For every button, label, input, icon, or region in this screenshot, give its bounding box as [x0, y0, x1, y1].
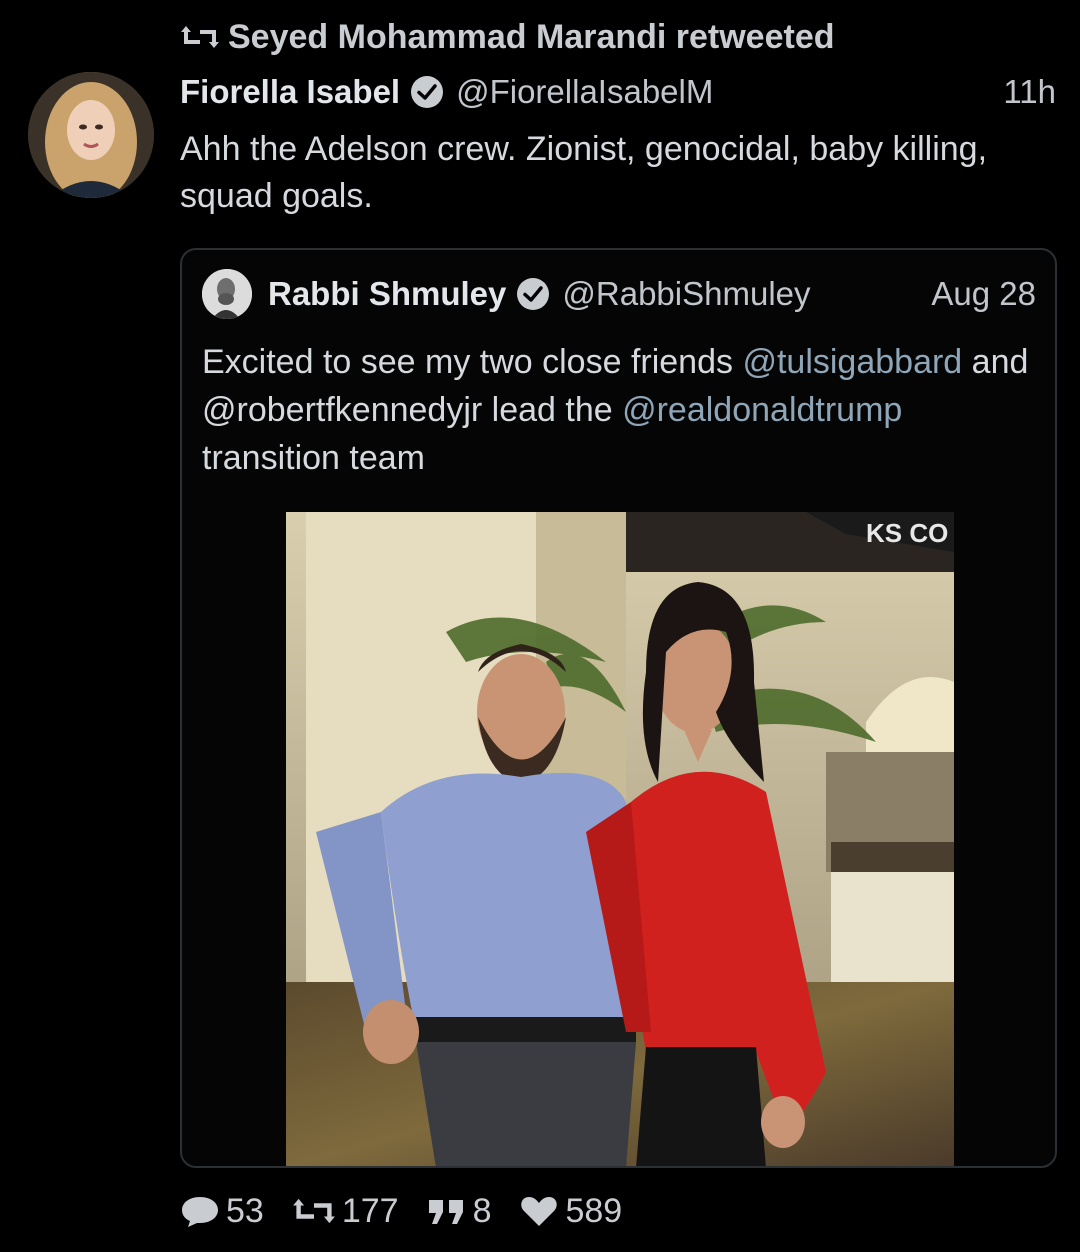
reply-button[interactable]: 53	[180, 1192, 264, 1231]
tweet-time[interactable]: 11h	[1003, 73, 1056, 111]
retweet-count: 177	[341, 1191, 399, 1230]
retweet-banner[interactable]: Seyed Mohammad Marandi retweeted	[180, 14, 835, 60]
quote-count: 8	[472, 1191, 492, 1230]
mention-robertfkennedyjr[interactable]: @robertfkennedyjr	[202, 391, 482, 429]
mention-tulsigabbard[interactable]: @tulsigabbard	[742, 343, 962, 381]
quote-icon	[428, 1200, 463, 1224]
like-count: 589	[565, 1191, 623, 1230]
retweet-button[interactable]: 177	[292, 1192, 399, 1231]
author-handle[interactable]: @FiorellaIsabelM	[456, 73, 713, 111]
quoted-tweet-date[interactable]: Aug 28	[931, 275, 1036, 313]
quoted-tweet-text: Excited to see my two close friends @tul…	[202, 338, 1042, 482]
verified-badge-icon	[411, 76, 444, 108]
quoted-text-part: lead the	[482, 391, 623, 429]
retweet-icon	[292, 1198, 335, 1224]
tweet-header: Fiorella Isabel @FiorellaIsabelM 11h	[180, 66, 1056, 118]
quote-button[interactable]: 8	[427, 1191, 492, 1231]
retweet-banner-text: Seyed Mohammad Marandi retweeted	[228, 17, 835, 56]
quoted-author-handle[interactable]: @RabbiShmuley	[562, 275, 810, 313]
mention-realdonaldtrump[interactable]: @realdonaldtrump	[622, 391, 902, 429]
avatar-image	[28, 72, 154, 198]
quoted-author-name[interactable]: Rabbi Shmuley	[268, 275, 506, 313]
quoted-tweet-card[interactable]: Rabbi Shmuley @RabbiShmuley Aug 28 Excit…	[180, 248, 1057, 1168]
retweet-icon	[181, 26, 219, 48]
tweet-action-bar: 53 177 8 589	[180, 1188, 650, 1234]
like-button[interactable]: 589	[519, 1192, 622, 1231]
photo-image: KS CO	[286, 512, 954, 1166]
quoted-text-part: transition team	[202, 439, 425, 477]
quoted-tweet-photo[interactable]: KS CO	[286, 512, 954, 1166]
heart-icon	[521, 1197, 558, 1226]
photo-sign-text: KS CO	[866, 518, 948, 548]
tweet-text: Ahh the Adelson crew. Zionist, genocidal…	[180, 130, 988, 215]
quoted-text-part: and	[962, 343, 1029, 381]
author-avatar[interactable]	[28, 72, 154, 198]
quoted-avatar-image	[202, 269, 252, 319]
author-name[interactable]: Fiorella Isabel	[180, 73, 400, 111]
quoted-tweet-header: Rabbi Shmuley @RabbiShmuley Aug 28	[202, 268, 1036, 320]
quoted-verified-badge-icon	[517, 278, 550, 310]
quoted-author-avatar[interactable]	[202, 269, 252, 319]
quoted-text-part: Excited to see my two close friends	[202, 343, 743, 381]
reply-icon	[182, 1197, 218, 1227]
reply-count: 53	[226, 1191, 264, 1230]
